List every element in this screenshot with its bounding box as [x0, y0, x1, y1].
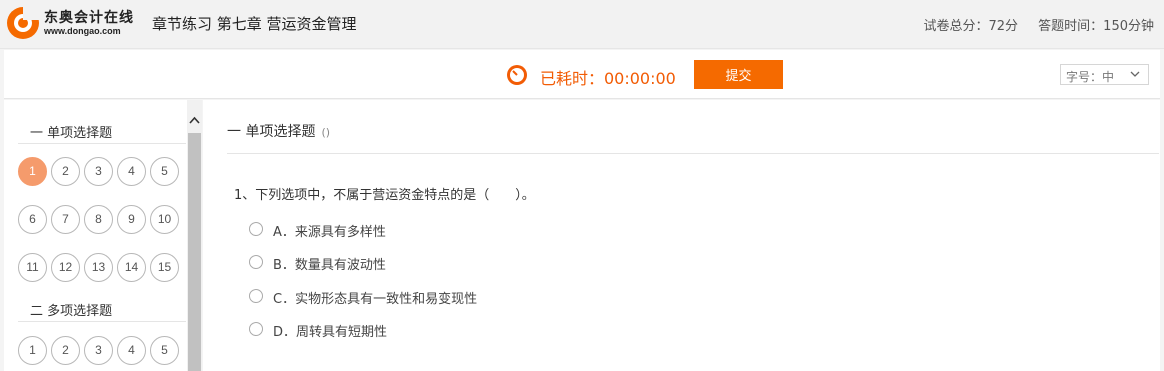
font-size-select[interactable]: 字号：中: [1060, 64, 1149, 85]
section-title-multiple-choice: 二 多项选择题: [18, 300, 186, 322]
chevron-up-icon: [189, 116, 200, 124]
radio-button[interactable]: [249, 322, 263, 336]
radio-button[interactable]: [249, 255, 263, 269]
question-button[interactable]: 5: [150, 157, 179, 186]
scroll-thumb[interactable]: [188, 133, 201, 371]
timer-icon: [507, 65, 527, 85]
question-button[interactable]: 4: [117, 336, 146, 365]
sidebar-scrollbar[interactable]: [187, 100, 202, 371]
question-button[interactable]: 3: [84, 336, 113, 365]
option-label: C．实物形态具有一致性和易变现性: [273, 292, 478, 307]
section-heading-text: 一 单项选择题: [227, 124, 316, 140]
page-title: 章节练习 第七章 营运资金管理: [152, 15, 357, 33]
scroll-up-button[interactable]: [187, 100, 202, 132]
question-button[interactable]: 7: [51, 205, 80, 234]
question-button[interactable]: 13: [84, 253, 113, 282]
toolbar: 已耗时：00:00:00 提交 字号：中: [4, 50, 1160, 99]
question-button[interactable]: 4: [117, 157, 146, 186]
dongao-logo-icon: [7, 6, 40, 39]
question-navigator: 一 单项选择题 1 2 3 4 5 6 7 8 9 10 11 12 13 14…: [4, 100, 202, 371]
elapsed-time: 已耗时：00:00:00: [540, 69, 676, 88]
question-button[interactable]: 11: [18, 253, 47, 282]
logo[interactable]: 东奥会计在线 www.dongao.com: [4, 4, 134, 42]
logo-name: 东奥会计在线: [44, 10, 134, 26]
question-button[interactable]: 10: [150, 205, 179, 234]
submit-button[interactable]: 提交: [694, 60, 783, 89]
exam-meta: 试卷总分：72分 答题时间：150分钟: [923, 15, 1154, 34]
question-button[interactable]: 3: [84, 157, 113, 186]
section-title-single-choice: 一 单项选择题: [18, 122, 186, 144]
option-label: D．周转具有短期性: [273, 325, 388, 340]
app-header: 东奥会计在线 www.dongao.com 章节练习 第七章 营运资金管理 试卷…: [0, 0, 1164, 49]
question-button[interactable]: 15: [150, 253, 179, 282]
question-button[interactable]: 9: [117, 205, 146, 234]
question-button[interactable]: 8: [84, 205, 113, 234]
radio-button[interactable]: [249, 222, 263, 236]
option-label: A．来源具有多样性: [273, 225, 386, 240]
question-button[interactable]: 12: [51, 253, 80, 282]
font-size-label: 字号：中: [1066, 70, 1115, 84]
divider: [227, 153, 1159, 154]
question-panel: 一 单项选择题 () 1、下列选项中，不属于营运资金特点的是（ ）。 A．来源具有…: [203, 100, 1160, 371]
chevron-down-icon: [1130, 71, 1140, 77]
section-heading-paren: (): [321, 126, 331, 139]
question-button[interactable]: 2: [51, 157, 80, 186]
question-button[interactable]: 2: [51, 336, 80, 365]
question-button[interactable]: 5: [150, 336, 179, 365]
total-score: 试卷总分：72分: [923, 19, 1019, 34]
question-button[interactable]: 6: [18, 205, 47, 234]
question-button[interactable]: 1: [18, 336, 47, 365]
question-button[interactable]: 14: [117, 253, 146, 282]
question-stem: 1、下列选项中，不属于营运资金特点的是（ ）。: [234, 188, 535, 203]
option-label: B．数量具有波动性: [273, 258, 386, 273]
question-button[interactable]: 1: [18, 157, 47, 186]
question-navigator-list: 一 单项选择题 1 2 3 4 5 6 7 8 9 10 11 12 13 14…: [4, 100, 186, 371]
radio-button[interactable]: [249, 289, 263, 303]
answer-time: 答题时间：150分钟: [1038, 19, 1154, 34]
section-heading: 一 单项选择题 (): [227, 121, 330, 141]
logo-url: www.dongao.com: [44, 26, 121, 36]
